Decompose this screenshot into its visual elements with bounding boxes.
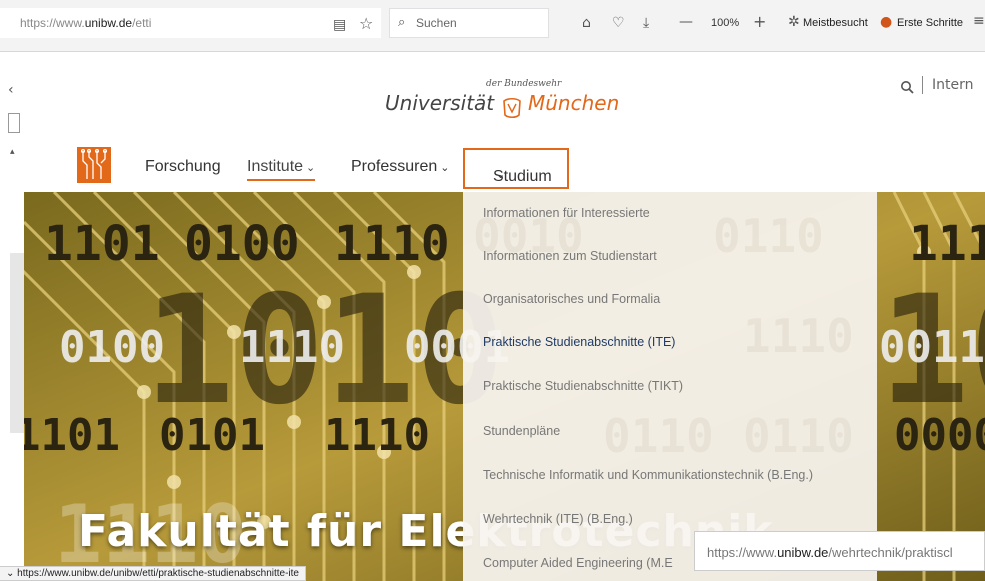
panel-box-icon[interactable] [8,113,20,133]
pocket-icon[interactable]: ♡ [612,16,625,30]
menu-item-technische-informatik[interactable]: Technische Informatik und Kommunikations… [483,468,813,482]
popup-url-path: /wehrtechnik/praktiscl [828,545,953,560]
scroll-up-icon[interactable]: ▴ [10,148,15,157]
menu-item-studienstart[interactable]: Informationen zum Studienstart [483,249,657,263]
hero-digit: 0100 [59,322,165,373]
popup-url-domain: unibw.de [777,545,829,560]
gear-icon: ✲ [788,14,800,30]
bookmark-meistbesucht[interactable]: Meistbesucht [803,17,868,29]
faculty-logo-icon[interactable] [77,147,111,183]
menu-bg-digit: 0110 [743,409,854,463]
search-placeholder: Suchen [416,16,457,30]
circuit-icon [80,148,108,179]
search-icon[interactable] [900,80,914,94]
reader-view-icon[interactable]: ▤ [333,18,346,32]
nav-professuren-label: Professuren [351,158,438,175]
crest-icon [503,97,521,119]
menu-icon[interactable]: ≡ [973,14,985,28]
chevron-left-icon[interactable]: ‹ [8,83,14,97]
divider [922,76,923,94]
nav-professuren[interactable]: Professuren ⌄ [351,158,449,176]
menu-item-praktische-tikt[interactable]: Praktische Studienabschnitte (TIKT) [483,379,683,393]
menu-item-formalia[interactable]: Organisatorisches und Formalia [483,292,660,306]
nav-forschung[interactable]: Forschung [145,158,221,176]
status-bar: ⌄ https://www.unibw.de/unibw/etti/prakti… [0,566,306,581]
library-icon[interactable]: ⌂ [582,16,591,30]
zoom-out-icon[interactable]: — [679,15,693,29]
menu-bg-digit: 0110 [603,409,714,463]
zoom-level[interactable]: 100% [711,17,739,29]
address-bar[interactable]: https://www.unibw.de/etti [0,8,381,38]
studium-dropdown-menu: 0010 0110 1110 0110 0110 Informationen f… [463,192,877,581]
chevron-down-icon: ⌄ [440,162,450,174]
menu-item-stundenplaene[interactable]: Stundenpläne [483,424,560,438]
firefox-icon: ● [880,14,893,30]
menu-item-interessierte[interactable]: Informationen für Interessierte [483,206,650,220]
brand-name-b: München [528,91,620,115]
brand-super: der Bundeswehr [486,79,562,89]
nav-institute[interactable]: Institute ⌄ [247,158,316,181]
hero-digit: 0000 [894,410,985,461]
popup-url-prefix: https://www. [707,545,778,560]
sidebar-strip: ‹ ▴ [0,53,24,581]
university-logo[interactable]: der Bundeswehr Universität München [380,76,640,126]
menu-item-wehrtechnik[interactable]: Wehrtechnik (ITE) (B.Eng.) [483,512,633,526]
download-icon[interactable]: ⤓ [643,16,649,30]
browser-toolbar: › https://www.unibw.de/etti ▤ ☆ ⌕ Suchen… [0,0,985,52]
menu-item-cae[interactable]: Computer Aided Engineering (M.E [483,556,673,570]
menu-item-praktische-ite[interactable]: Praktische Studienabschnitte (ITE) [483,335,675,349]
hero-digit: 0011 [879,322,985,373]
nav-institute-label: Institute [247,158,304,175]
nav-studium[interactable]: Studium ⌄ [463,148,569,189]
scrollbar[interactable] [10,253,24,433]
menu-bg-digit: 0110 [713,209,824,263]
bookmark-star-icon[interactable]: ☆ [359,16,373,32]
hero-digit: 1110 [239,322,345,373]
menu-bg-digit: 1110 [743,309,854,363]
link-preview-popup: https://www.unibw.de/wehrtechnik/praktis… [694,531,985,571]
zoom-in-icon[interactable]: + [753,14,766,30]
hero-digit: 1101 [44,216,160,272]
address-text[interactable]: https://www.unibw.de/etti [20,16,151,30]
search-icon: ⌕ [398,15,406,30]
hero-digit: 0101 [159,410,265,461]
chevron-down-icon: ⌄ [496,169,506,181]
chevron-down-icon: ⌄ [306,162,316,174]
chevron-down-icon: ⌄ [6,568,15,579]
brand-name-a: Universität [385,91,495,115]
hero-digit: 1101 [24,410,120,461]
intern-link[interactable]: Intern [932,77,974,93]
bookmark-erste-schritte[interactable]: Erste Schritte [897,17,963,29]
status-url: https://www.unibw.de/unibw/etti/praktisc… [17,568,299,579]
search-box[interactable]: ⌕ Suchen [389,8,549,38]
hero-digit: 1110 [324,410,430,461]
